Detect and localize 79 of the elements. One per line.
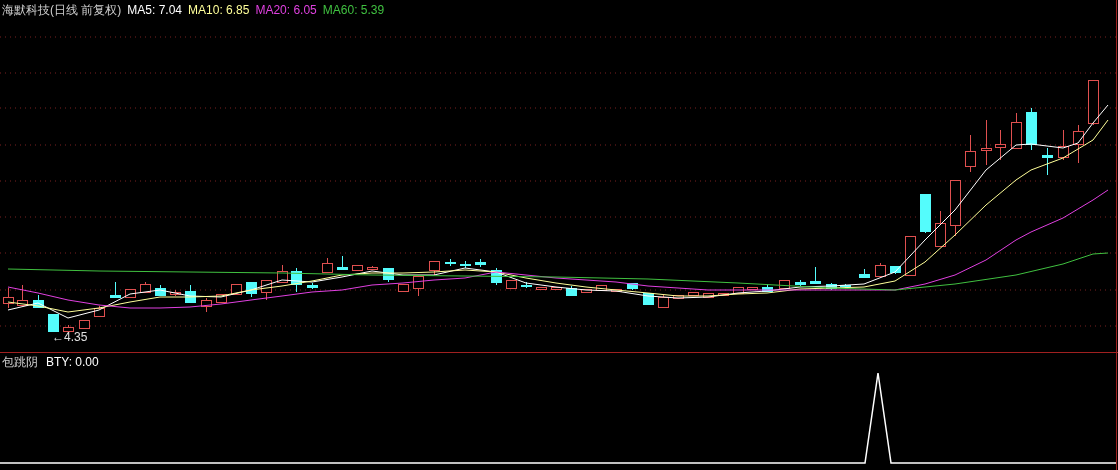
- candlestick: [231, 283, 242, 295]
- low-price-label: ←4.35: [52, 330, 88, 344]
- candlestick: [170, 289, 181, 297]
- candlestick: [733, 286, 744, 294]
- candlestick: [155, 284, 166, 297]
- candlestick: [688, 291, 699, 296]
- candlestick: [125, 288, 136, 298]
- moving-average-value: MA10: 6.85: [188, 3, 250, 17]
- moving-average-value: MA5: 7.04: [127, 3, 183, 17]
- candlestick: [718, 292, 729, 296]
- candlestick: [48, 313, 59, 333]
- candlestick: [367, 265, 378, 271]
- candlestick: [337, 255, 348, 271]
- candlestick: [658, 294, 669, 308]
- candlestick: [920, 193, 931, 234]
- candlestick: [673, 294, 684, 299]
- candlestick: [566, 285, 577, 297]
- candlestick: [1026, 107, 1037, 151]
- candlestick: [581, 288, 592, 293]
- candlestick: [1011, 112, 1022, 149]
- candlestick: [747, 286, 758, 290]
- candlestick: [445, 258, 456, 267]
- candlestick: [201, 297, 212, 313]
- candlestick: [216, 293, 227, 303]
- candlestick: [779, 279, 790, 289]
- candlestick: [63, 324, 74, 334]
- candlestick: [643, 292, 654, 306]
- candlestick: [291, 267, 302, 293]
- candlestick: [307, 282, 318, 290]
- candlestick: [1058, 129, 1069, 161]
- candlestick: [905, 235, 916, 276]
- candlestick: [140, 281, 151, 293]
- candlestick: [352, 264, 363, 271]
- candlestick: [460, 260, 471, 269]
- candlestick: [1042, 147, 1053, 176]
- candlestick: [277, 264, 288, 283]
- candlestick: [506, 279, 517, 289]
- candlestick: [475, 258, 486, 268]
- candlestick: [1088, 79, 1099, 126]
- moving-average-value: MA20: 6.05: [255, 3, 317, 17]
- candlestick: [491, 267, 502, 286]
- candlestick: [429, 260, 440, 276]
- candlestick: [859, 268, 870, 279]
- candlestick: [795, 279, 806, 287]
- candlestick: [521, 281, 532, 289]
- candlestick: [536, 286, 547, 290]
- candlestick: [185, 284, 196, 304]
- chart-title: 海默科技(日线 前复权): [2, 3, 122, 17]
- candlestick: [261, 279, 272, 301]
- candlestick: [413, 275, 424, 297]
- candlestick: [762, 283, 773, 293]
- candlestick: [875, 262, 886, 277]
- candlestick: [627, 282, 638, 291]
- candlestick: [94, 305, 105, 317]
- candlestick: [950, 179, 961, 237]
- candlestick: [110, 281, 121, 299]
- candlestick: [17, 284, 28, 307]
- candlestick: [611, 288, 622, 292]
- candlestick: [840, 283, 851, 289]
- candlestick: [596, 284, 607, 291]
- candlestick: [383, 267, 394, 283]
- candlestick: [79, 319, 90, 329]
- candlestick: [890, 265, 901, 275]
- candlestick: [33, 294, 44, 309]
- candlestick: [246, 281, 257, 298]
- candlestick: [322, 257, 333, 273]
- candlestick: [398, 283, 409, 292]
- candlestick: [935, 210, 946, 247]
- indicator-value: BTY: 0.00: [46, 355, 99, 369]
- candlestick: [1073, 124, 1084, 164]
- candlestick: [810, 266, 821, 285]
- moving-average-value: MA60: 5.39: [322, 3, 385, 17]
- candlestick: [703, 292, 714, 298]
- candlestick: [3, 287, 14, 309]
- candlestick: [551, 286, 562, 290]
- candlestick: [965, 134, 976, 173]
- candlestick: [995, 129, 1006, 161]
- candlestick: [981, 119, 992, 166]
- indicator-title: 包跳阴: [2, 355, 38, 369]
